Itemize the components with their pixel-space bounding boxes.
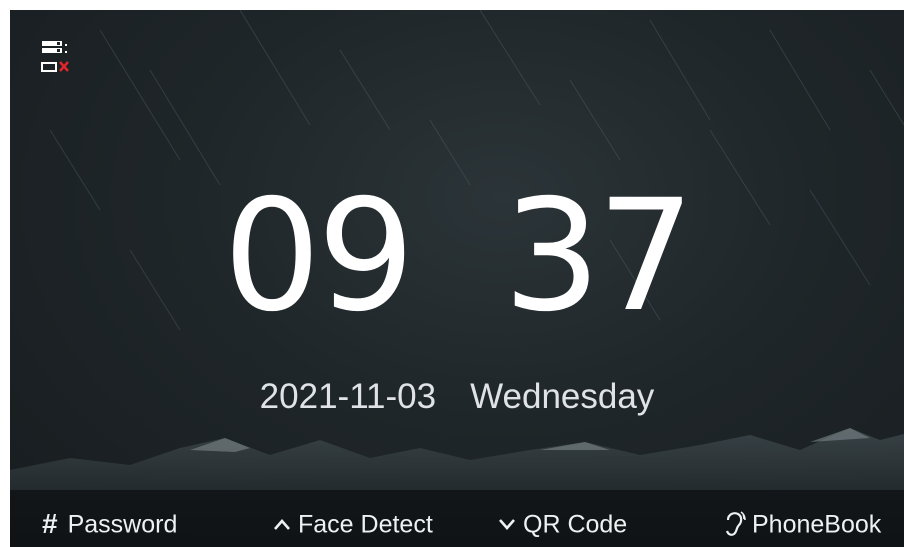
face-detect-button[interactable]: Face Detect bbox=[272, 503, 433, 544]
lock-screen: 09 37 2021-11-03 Wednesday # Password Face … bbox=[10, 10, 904, 547]
clock-minute: 37 bbox=[503, 167, 695, 346]
qr-code-label: QR Code bbox=[523, 510, 628, 539]
face-detect-label: Face Detect bbox=[298, 510, 433, 539]
phonebook-label: PhoneBook bbox=[752, 510, 882, 539]
chevron-down-icon bbox=[499, 519, 515, 531]
hash-icon: # bbox=[42, 508, 58, 540]
qr-code-button[interactable]: QR Code bbox=[497, 503, 627, 544]
bottom-action-bar: # Password Face Detect QR Code PhoneBook bbox=[10, 500, 904, 547]
date-row: 2021-11-03 Wednesday bbox=[10, 375, 904, 419]
date-value: 2021-11-03 bbox=[259, 377, 437, 416]
ear-icon bbox=[725, 511, 746, 537]
clock-hour: 09 bbox=[223, 167, 415, 346]
clock-display: 09 37 bbox=[10, 170, 904, 344]
chevron-up-icon bbox=[274, 519, 290, 531]
network-disconnected-icon bbox=[41, 41, 69, 72]
password-label: Password bbox=[67, 510, 178, 539]
password-button[interactable]: # Password bbox=[42, 503, 177, 544]
weekday-value: Wednesday bbox=[470, 377, 655, 416]
phonebook-button[interactable]: PhoneBook bbox=[722, 503, 881, 544]
